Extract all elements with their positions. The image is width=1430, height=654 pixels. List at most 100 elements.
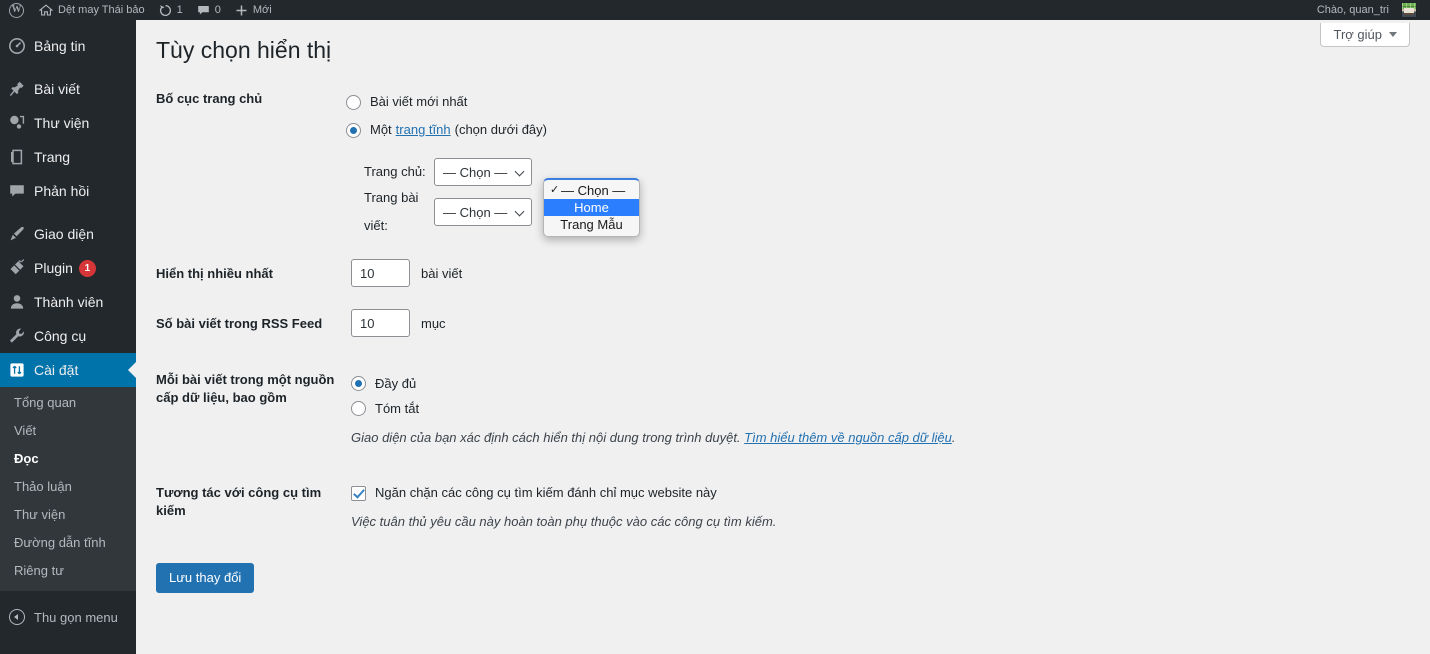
admin-content-area: Trợ giúp Tùy chọn hiển thị Bố cục trang … (136, 20, 1430, 654)
radio-feed-full-label: Đầy đủ (375, 375, 417, 391)
submenu-item-privacy[interactable]: Riêng tư (0, 557, 136, 585)
posts-per-page-field: bài viết (346, 259, 1396, 287)
front-page-row: Bố cục trang chủ Bài viết mới nhất Một t… (156, 88, 1396, 248)
sidebar-item-label: Thành viên (34, 294, 104, 310)
posts-per-page-unit: bài viết (421, 265, 463, 281)
site-name-menu-item[interactable]: Dệt may Thái bảo (32, 0, 152, 20)
posts-per-page-row: Hiển thị nhiều nhất bài viết (156, 248, 1396, 298)
radio-feed-summary[interactable] (351, 401, 366, 416)
media-icon (0, 114, 34, 132)
new-content-menu-item[interactable]: Mới (228, 0, 279, 20)
feed-full-option[interactable]: Đầy đủ (351, 371, 1396, 396)
submenu-item-discussion[interactable]: Thảo luận (0, 473, 136, 501)
plus-icon (235, 4, 248, 17)
search-visibility-description: Việc tuân thủ yêu cầu này hoàn toàn phụ … (351, 514, 777, 529)
radio-static-page[interactable] (346, 122, 361, 138)
radio-feed-summary-label: Tóm tắt (375, 400, 420, 416)
help-tab-label: Trợ giúp (1333, 26, 1382, 42)
checkbox-blog-public[interactable] (351, 485, 366, 501)
comments-menu-item[interactable]: 0 (190, 0, 228, 20)
front-page-static-option[interactable]: Một trang tĩnh (chọn dưới đây) (346, 116, 1396, 144)
dropdown-option-choose[interactable]: ✓ — Chọn — (544, 182, 639, 199)
radio-static-page-suffix: (chọn dưới đây) (454, 122, 547, 137)
homepage-select-dropdown[interactable]: ✓ — Chọn — Home Trang Mẫu (543, 178, 640, 237)
rss-items-field: mục (346, 309, 1396, 337)
rss-items-input[interactable] (351, 309, 410, 337)
help-tab-button[interactable]: Trợ giúp (1320, 23, 1410, 47)
radio-feed-full[interactable] (351, 376, 366, 391)
submenu-item-media[interactable]: Thư viện (0, 501, 136, 529)
submenu-item-permalinks[interactable]: Đường dẫn tĩnh (0, 529, 136, 557)
admin-bar: Dệt may Thái bảo 1 0 Mới Chào, quan_tri (0, 0, 1430, 20)
comments-icon (197, 4, 210, 17)
posts-page-select[interactable]: — Chọn — (434, 198, 532, 226)
sidebar-item-dashboard[interactable]: Bảng tin (0, 29, 136, 63)
check-mark-icon: ✓ (550, 184, 560, 196)
dropdown-option-label: — Chọn — (561, 183, 626, 198)
radio-latest-posts[interactable] (346, 94, 361, 110)
homepage-select-label: Trang chủ: (364, 164, 426, 179)
comments-count: 0 (214, 4, 221, 16)
homepage-select[interactable]: — Chọn — (434, 158, 532, 186)
sidebar-item-appearance[interactable]: Giao diện (0, 217, 136, 251)
sidebar-item-settings[interactable]: Cài đặt (0, 353, 136, 387)
updates-menu-item[interactable]: 1 (152, 0, 190, 20)
sidebar-item-comments[interactable]: Phản hồi (0, 174, 136, 208)
rss-items-unit: mục (421, 315, 446, 331)
updates-icon (159, 4, 172, 17)
collapse-menu-label: Thu gọn menu (34, 609, 118, 625)
sidebar-item-users[interactable]: Thành viên (0, 285, 136, 319)
homepage-select-value: — Chọn — (443, 164, 508, 180)
sidebar-item-plugins[interactable]: Plugin 1 (0, 251, 136, 285)
reading-settings-form: Bố cục trang chủ Bài viết mới nhất Một t… (156, 88, 1396, 593)
new-content-label: Mới (252, 4, 272, 16)
dropdown-option-home[interactable]: Home (544, 199, 639, 216)
submenu-item-writing[interactable]: Viết (0, 417, 136, 445)
dropdown-option-label: Home (574, 200, 609, 215)
front-page-label: Bố cục trang chủ (156, 91, 263, 106)
dropdown-option-label: Trang Mẫu (560, 217, 623, 232)
screen-meta-links: Trợ giúp (1320, 23, 1410, 47)
sidebar-item-label: Cài đặt (34, 362, 79, 378)
sidebar-item-tools[interactable]: Công cụ (0, 319, 136, 353)
settings-submenu: Tổng quan Viết Đọc Thảo luận Thư viện Đư… (0, 387, 136, 591)
settings-sliders-icon (0, 361, 34, 379)
posts-per-page-input[interactable] (351, 259, 410, 287)
feed-description-text: Giao diện của bạn xác định cách hiển thị… (351, 430, 741, 445)
submenu-item-reading[interactable]: Đọc (0, 445, 136, 473)
front-page-posts-option[interactable]: Bài viết mới nhất (346, 88, 1396, 116)
admin-sidebar-menu: Bảng tin Bài viết Thư viện Trang Phản hồ… (0, 20, 136, 654)
collapse-menu-button[interactable]: Thu gọn menu (0, 600, 136, 634)
chevron-down-icon (515, 167, 525, 177)
sidebar-item-label: Plugin (34, 260, 73, 276)
dropdown-option-sample-page[interactable]: Trang Mẫu (544, 216, 639, 233)
search-visibility-option[interactable]: Ngăn chặn các công cụ tìm kiếm đánh chỉ … (351, 483, 1396, 503)
collapse-arrow-icon (0, 609, 34, 625)
feed-summary-option[interactable]: Tóm tắt (351, 396, 1396, 421)
feed-description-link[interactable]: Tìm hiểu thêm về nguồn cấp dữ liệu (744, 430, 952, 445)
sidebar-item-media[interactable]: Thư viện (0, 106, 136, 140)
sidebar-item-label: Phản hồi (34, 183, 90, 199)
submit-row: Lưu thay đổi (156, 563, 1396, 593)
admin-bar-right: Chào, quan_tri (1310, 0, 1430, 20)
wp-logo-menu-item[interactable] (0, 0, 32, 20)
search-visibility-label: Tương tác với công cụ tìm kiếm (156, 485, 322, 518)
rss-items-row: Số bài viết trong RSS Feed mục (156, 298, 1396, 348)
comment-icon (0, 182, 34, 200)
search-visibility-field: Ngăn chặn các công cụ tìm kiếm đánh chỉ … (346, 483, 1396, 531)
static-page-link[interactable]: trang tĩnh (396, 120, 451, 140)
my-account-menu-item[interactable]: Chào, quan_tri (1310, 0, 1424, 20)
save-changes-button[interactable]: Lưu thay đổi (156, 563, 255, 593)
home-icon (39, 4, 53, 16)
posts-page-select-row: Trang bài viết: — Chọn — (364, 190, 1396, 233)
sidebar-item-pages[interactable]: Trang (0, 140, 136, 174)
site-name-label: Dệt may Thái bảo (58, 4, 145, 16)
page-icon (0, 148, 34, 166)
homepage-select-row: Trang chủ: — Chọn — (364, 154, 1396, 190)
chevron-down-icon (515, 207, 525, 217)
sidebar-item-posts[interactable]: Bài viết (0, 72, 136, 106)
menu-spacer-top (0, 20, 136, 29)
submenu-item-general[interactable]: Tổng quan (0, 389, 136, 417)
posts-per-page-label: Hiển thị nhiều nhất (156, 266, 273, 281)
plugin-update-badge: 1 (78, 259, 96, 277)
